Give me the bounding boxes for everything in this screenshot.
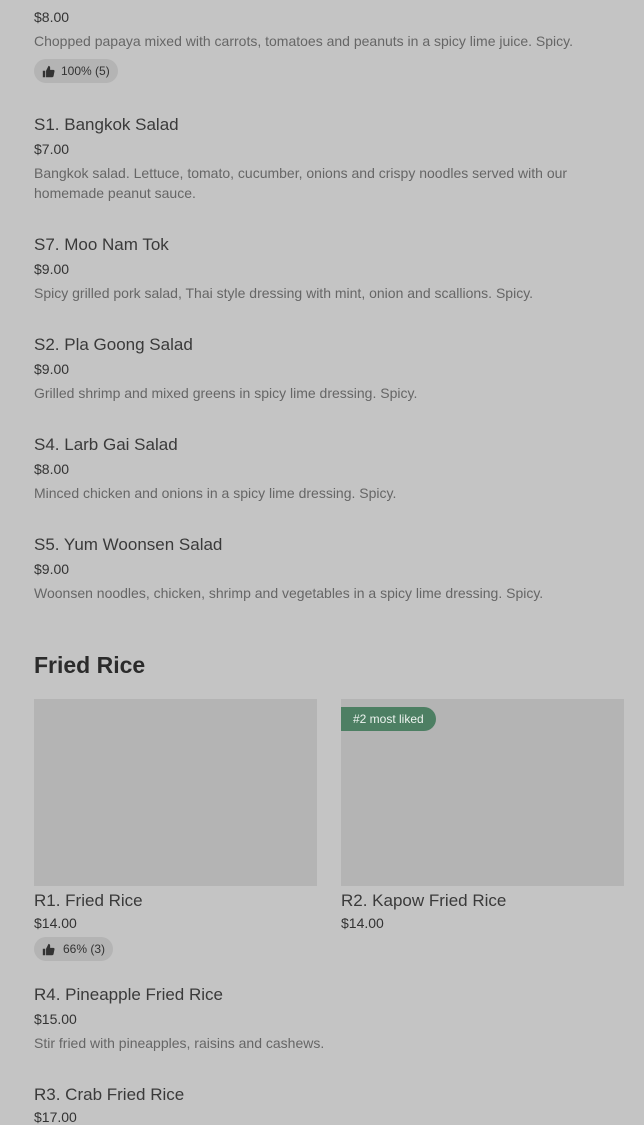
item-description: Bangkok salad. Lettuce, tomato, cucumber… <box>34 165 568 201</box>
item-description: Stir fried with pineapples, raisins and … <box>34 1035 325 1051</box>
item-name: S7. Moo Nam Tok <box>34 235 169 254</box>
item-price: $9.00 <box>34 261 70 277</box>
item-price: $15.00 <box>34 1011 77 1027</box>
rating-text: 100% (5) <box>61 64 110 78</box>
item-description: Spicy grilled pork salad, Thai style dre… <box>34 285 534 301</box>
item-price: $14.00 <box>341 915 384 931</box>
rating-text: 66% (3) <box>63 942 106 956</box>
item-price: $14.00 <box>34 915 77 931</box>
item-description: Minced chicken and onions in a spicy lim… <box>34 485 397 501</box>
item-description: Grilled shrimp and mixed greens in spicy… <box>34 385 418 401</box>
item-name: R3. Crab Fried Rice <box>34 1085 185 1104</box>
item-price: $9.00 <box>34 361 70 377</box>
item-price: $8.00 <box>34 461 70 477</box>
item-name: R4. Pineapple Fried Rice <box>34 985 223 1004</box>
item-name: S4. Larb Gai Salad <box>34 435 178 454</box>
item-description: Woonsen noodles, chicken, shrimp and veg… <box>34 585 544 601</box>
rating-badge[interactable]: 66% (3) <box>34 937 114 961</box>
thumbs-up-icon <box>42 943 55 955</box>
item-name: S1. Bangkok Salad <box>34 115 179 134</box>
item-price: $8.00 <box>34 9 70 25</box>
most-liked-badge: #2 most liked <box>341 707 436 731</box>
item-description: Chopped papaya mixed with carrots, tomat… <box>34 33 574 49</box>
item-price: $7.00 <box>34 141 70 157</box>
item-price: $9.00 <box>34 561 70 577</box>
item-price: $17.00 <box>34 1109 77 1125</box>
thumbs-up-icon <box>42 65 55 77</box>
item-image-placeholder[interactable] <box>34 699 317 886</box>
item-name: S5. Yum Woonsen Salad <box>34 535 223 554</box>
menu-page: $8.00 Chopped papaya mixed with carrots,… <box>0 0 644 1125</box>
section-heading: Fried Rice <box>34 652 146 678</box>
item-name: R1. Fried Rice <box>34 891 143 910</box>
item-name: S2. Pla Goong Salad <box>34 335 193 354</box>
rating-badge[interactable]: 100% (5) <box>34 59 118 83</box>
item-name: R2. Kapow Fried Rice <box>341 891 507 910</box>
